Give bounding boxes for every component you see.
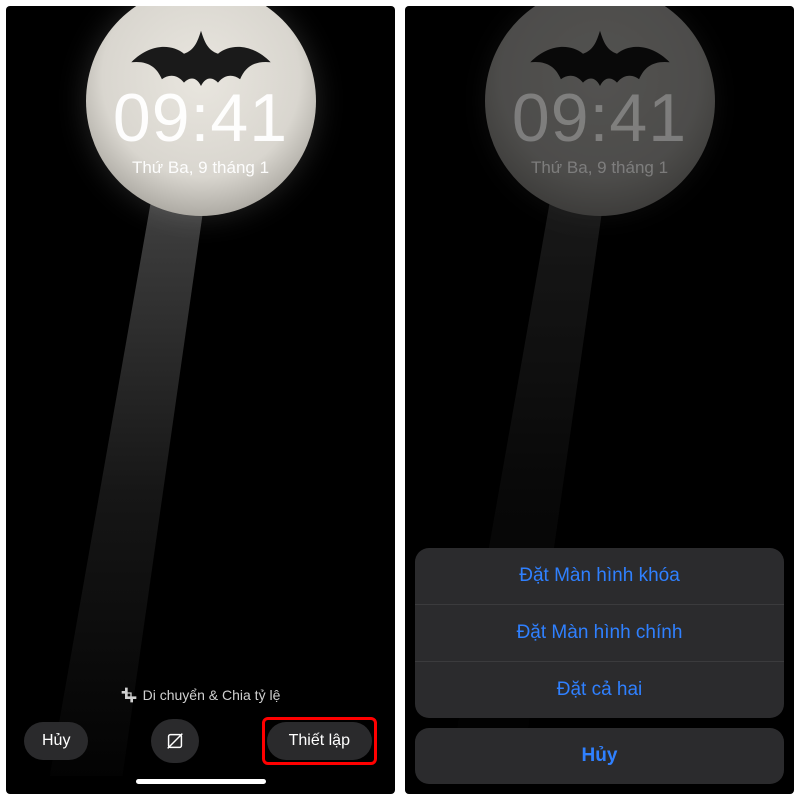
setup-button-label: Thiết lập <box>289 732 350 750</box>
perspective-toggle-button[interactable] <box>151 719 199 763</box>
cancel-button-label: Hủy <box>42 732 70 750</box>
set-both-option[interactable]: Đặt cả hai <box>415 661 784 718</box>
move-scale-hint[interactable]: Di chuyển & Chia tỷ lệ <box>6 687 395 703</box>
move-scale-label: Di chuyển & Chia tỷ lệ <box>143 687 281 703</box>
action-sheet-group: Đặt Màn hình khóa Đặt Màn hình chính Đặt… <box>415 548 784 718</box>
action-sheet-cancel[interactable]: Hủy <box>415 728 784 784</box>
phone-screen-preview: 09:41 Thứ Ba, 9 tháng 1 Di chuyển & Chia… <box>6 6 395 794</box>
set-lock-label: Đặt Màn hình khóa <box>519 565 680 586</box>
button-row: Hủy Thiết lập <box>6 717 395 775</box>
set-home-label: Đặt Màn hình chính <box>517 622 683 643</box>
clock-date: Thứ Ba, 9 tháng 1 <box>6 158 395 178</box>
set-home-screen-option[interactable]: Đặt Màn hình chính <box>415 604 784 661</box>
lockscreen-clock: 09:41 Thứ Ba, 9 tháng 1 <box>6 84 395 178</box>
action-sheet: Đặt Màn hình khóa Đặt Màn hình chính Đặt… <box>415 548 784 784</box>
perspective-off-icon <box>164 730 186 752</box>
home-indicator[interactable] <box>136 779 266 784</box>
clock-time: 09:41 <box>6 84 395 152</box>
setup-button-highlight: Thiết lập <box>262 717 377 765</box>
spotlight-cone <box>50 156 310 776</box>
bottom-controls: Di chuyển & Chia tỷ lệ Hủy Thiết lập <box>6 687 395 784</box>
set-lock-screen-option[interactable]: Đặt Màn hình khóa <box>415 548 784 604</box>
set-both-label: Đặt cả hai <box>557 679 643 700</box>
cancel-button[interactable]: Hủy <box>24 722 88 760</box>
crop-icon <box>121 687 137 703</box>
sheet-cancel-label: Hủy <box>582 745 618 766</box>
setup-button[interactable]: Thiết lập <box>267 722 372 760</box>
phone-screen-actionsheet: 09:41 Thứ Ba, 9 tháng 1 Đặt Màn hình khó… <box>405 6 794 794</box>
